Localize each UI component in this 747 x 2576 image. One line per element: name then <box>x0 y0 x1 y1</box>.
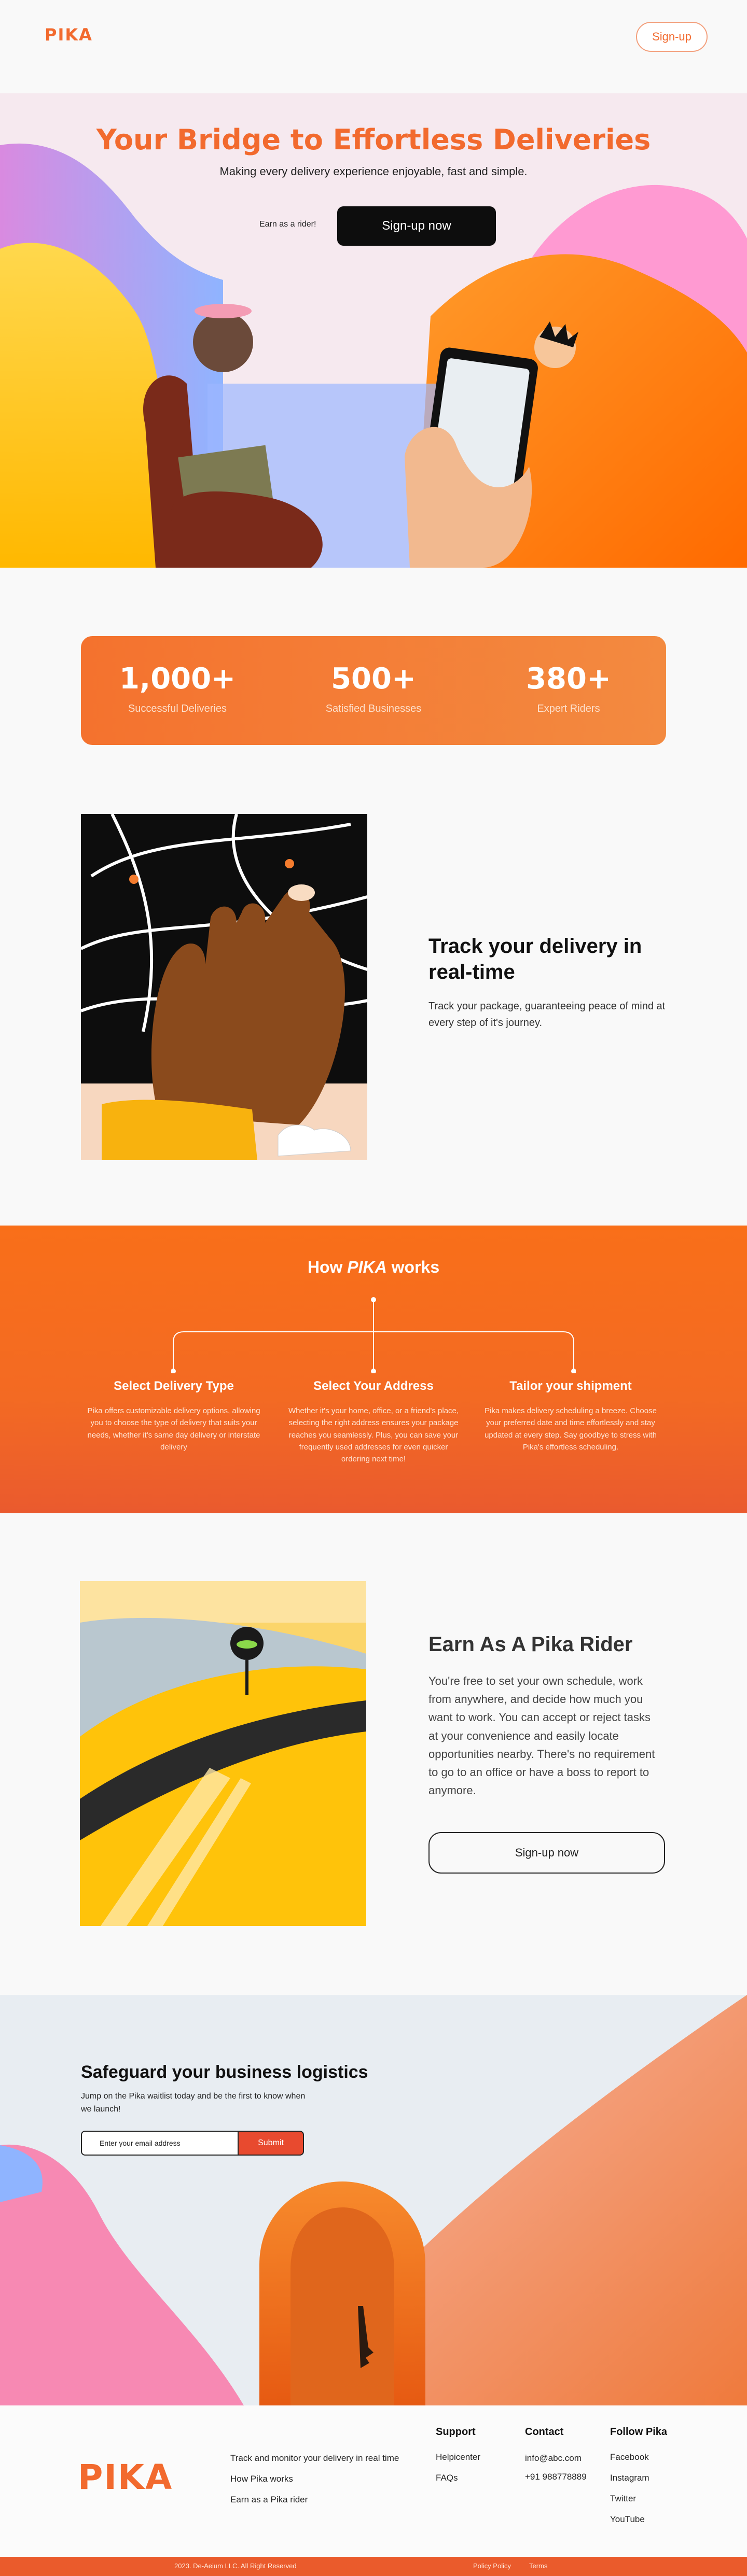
terms-link[interactable]: Terms <box>529 2562 547 2570</box>
stat-riders: 380+ Expert Riders <box>491 662 646 715</box>
earn-as-rider-link[interactable]: Earn as a rider! <box>259 220 316 229</box>
policy-link[interactable]: Policy Policy <box>473 2562 511 2570</box>
submit-button[interactable]: Submit <box>238 2131 304 2156</box>
stat-businesses: 500+ Satisfied Businesses <box>296 662 451 715</box>
step-text: Pika offers customizable delivery option… <box>87 1406 260 1452</box>
signup-button[interactable]: Sign-up <box>636 22 708 52</box>
footer-link-earn[interactable]: Earn as a Pika rider <box>230 2495 308 2505</box>
follow-heading: Follow Pika <box>610 2426 668 2438</box>
copyright-text: 2023. De-Aeium LLC. All Right Reserved <box>174 2562 297 2570</box>
stat-deliveries: 1,000+ Successful Deliveries <box>100 662 255 715</box>
footer-link-how[interactable]: How Pika works <box>230 2474 293 2484</box>
footer-link-helpcenter[interactable]: Helpicenter <box>436 2452 480 2462</box>
step-delivery-type: Select Delivery Type Pika offers customi… <box>86 1379 262 1453</box>
copyright-bar: 2023. De-Aeium LLC. All Right Reserved P… <box>0 2557 747 2576</box>
footer-link-faqs[interactable]: FAQs <box>436 2473 458 2483</box>
how-title: How PIKA works <box>0 1258 747 1277</box>
step-text: Pika makes delivery scheduling a breeze.… <box>485 1406 657 1452</box>
stat-value: 380+ <box>526 662 611 696</box>
earn-signup-button[interactable]: Sign-up now <box>428 1832 665 1874</box>
stat-value: 1,000+ <box>119 662 236 696</box>
contact-heading: Contact <box>525 2426 564 2438</box>
footer-logo[interactable]: PIKA <box>78 2457 173 2497</box>
track-illustration <box>81 814 367 1160</box>
site-header: PIKA Sign-up <box>0 0 747 93</box>
stat-value: 500+ <box>331 662 416 696</box>
social-facebook[interactable]: Facebook <box>610 2452 649 2462</box>
rider-illustration <box>80 1581 366 1926</box>
earn-description: You're free to set your own schedule, wo… <box>428 1674 655 1797</box>
hero-subtitle: Making every delivery experience enjoyab… <box>219 165 528 178</box>
step-title: Select Your Address <box>313 1379 434 1393</box>
hero-title: Your Bridge to Effortless Deliveries <box>96 123 651 156</box>
safeguard-title: Safeguard your business logistics <box>81 2062 368 2082</box>
footer-link-track[interactable]: Track and monitor your delivery in real … <box>230 2453 399 2464</box>
stat-label: Expert Riders <box>537 703 600 714</box>
footer: PIKA Track and monitor your delivery in … <box>0 2405 747 2576</box>
social-instagram[interactable]: Instagram <box>610 2473 649 2483</box>
safeguard-subtitle: Jump on the Pika waitlist today and be t… <box>81 2092 306 2114</box>
safeguard-section: Safeguard your business logistics Jump o… <box>0 1995 747 2405</box>
hero-signup-button[interactable]: Sign-up now <box>337 206 496 246</box>
safeguard-illustration <box>0 1995 747 2405</box>
earn-title: Earn As A Pika Rider <box>428 1633 633 1656</box>
email-input[interactable]: Enter your email address <box>81 2131 238 2156</box>
stat-label: Successful Deliveries <box>128 703 227 714</box>
hero-section: Your Bridge to Effortless Deliveries Mak… <box>0 93 747 568</box>
step-title: Select Delivery Type <box>114 1379 234 1393</box>
how-it-works-section: How PIKA works Select Delivery Type Pika… <box>0 1226 747 1513</box>
track-description: Track your package, guaranteeing peace o… <box>428 1001 666 1029</box>
how-title-prefix: How <box>307 1258 348 1276</box>
how-title-suffix: works <box>386 1258 440 1276</box>
track-title: Track your delivery in real-time <box>428 935 642 983</box>
contact-phone[interactable]: +91 988778889 <box>525 2472 587 2482</box>
stat-label: Satisfied Businesses <box>325 703 422 714</box>
steps-connector <box>171 1297 576 1373</box>
step-text: Whether it's your home, office, or a fri… <box>288 1406 459 1463</box>
social-twitter[interactable]: Twitter <box>610 2494 636 2504</box>
rider-road-illustration <box>80 1581 366 1926</box>
support-heading: Support <box>436 2426 476 2438</box>
map-hand-illustration <box>81 814 367 1160</box>
step-title: Tailor your shipment <box>509 1379 632 1393</box>
step-shipment: Tailor your shipment Pika makes delivery… <box>482 1379 659 1453</box>
how-title-brand: PIKA <box>347 1258 387 1276</box>
logo[interactable]: PIKA <box>45 25 93 45</box>
stats-card: 1,000+ Successful Deliveries 500+ Satisf… <box>81 636 666 745</box>
social-youtube[interactable]: YouTube <box>610 2514 645 2525</box>
step-address: Select Your Address Whether it's your ho… <box>285 1379 462 1465</box>
contact-email[interactable]: info@abc.com <box>525 2453 582 2464</box>
